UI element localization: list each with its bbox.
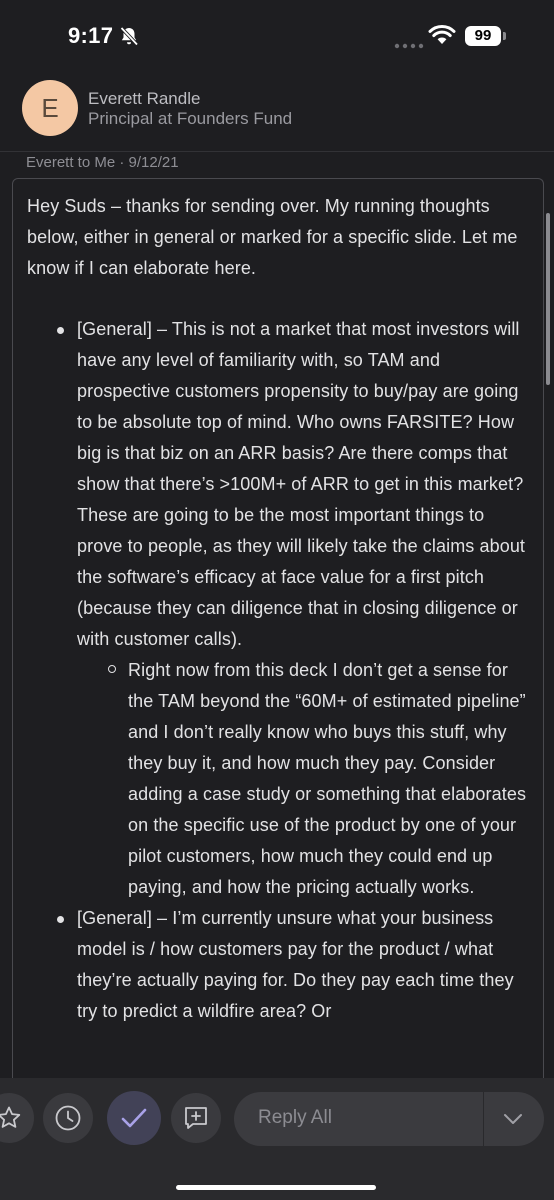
snooze-button[interactable] xyxy=(43,1093,93,1143)
add-note-button[interactable] xyxy=(171,1093,221,1143)
sender-title: Principal at Founders Fund xyxy=(88,109,293,128)
add-note-icon xyxy=(185,1107,207,1129)
list-item: [General] – I’m currently unsure what yo… xyxy=(27,903,527,1027)
status-bar: 9:17 99 xyxy=(0,0,554,66)
bell-slash-icon xyxy=(118,25,140,52)
battery-indicator: 99 xyxy=(465,26,501,46)
sub-list-item: Right now from this deck I don’t get a s… xyxy=(27,655,527,903)
list-item: [General] – This is not a market that mo… xyxy=(27,314,527,655)
status-time: 9:17 xyxy=(68,23,114,48)
header-divider xyxy=(0,151,554,152)
battery-nub xyxy=(503,32,506,40)
message-intro: Hey Suds – thanks for sending over. My r… xyxy=(27,196,518,278)
clock-icon xyxy=(55,1105,81,1131)
bullet-dot xyxy=(57,327,64,334)
mark-done-button[interactable] xyxy=(107,1091,161,1145)
reply-all-label: Reply All xyxy=(258,1107,332,1128)
bullet-text: [General] – I’m currently unsure what yo… xyxy=(77,908,514,1021)
message-text: Hey Suds – thanks for sending over. My r… xyxy=(27,191,527,1027)
bullet-dot xyxy=(57,916,64,923)
reply-divider xyxy=(483,1092,484,1146)
star-icon xyxy=(0,1106,21,1128)
home-indicator[interactable] xyxy=(176,1185,376,1190)
signal-icon xyxy=(394,36,424,54)
sender-name[interactable]: Everett Randle xyxy=(88,89,200,109)
scrollbar[interactable] xyxy=(546,213,550,385)
wifi-icon xyxy=(428,24,456,51)
message-meta[interactable]: Everett to Me · 9/12/21 xyxy=(26,154,179,171)
chevron-down-icon[interactable] xyxy=(501,1107,525,1136)
bullet-text: [General] – This is not a market that mo… xyxy=(77,319,526,649)
message-body[interactable]: Hey Suds – thanks for sending over. My r… xyxy=(12,178,544,1179)
sub-bullet-text: Right now from this deck I don’t get a s… xyxy=(128,660,527,897)
check-icon xyxy=(121,1108,147,1128)
sub-bullet-circle xyxy=(108,665,116,673)
avatar[interactable]: E xyxy=(22,80,78,136)
